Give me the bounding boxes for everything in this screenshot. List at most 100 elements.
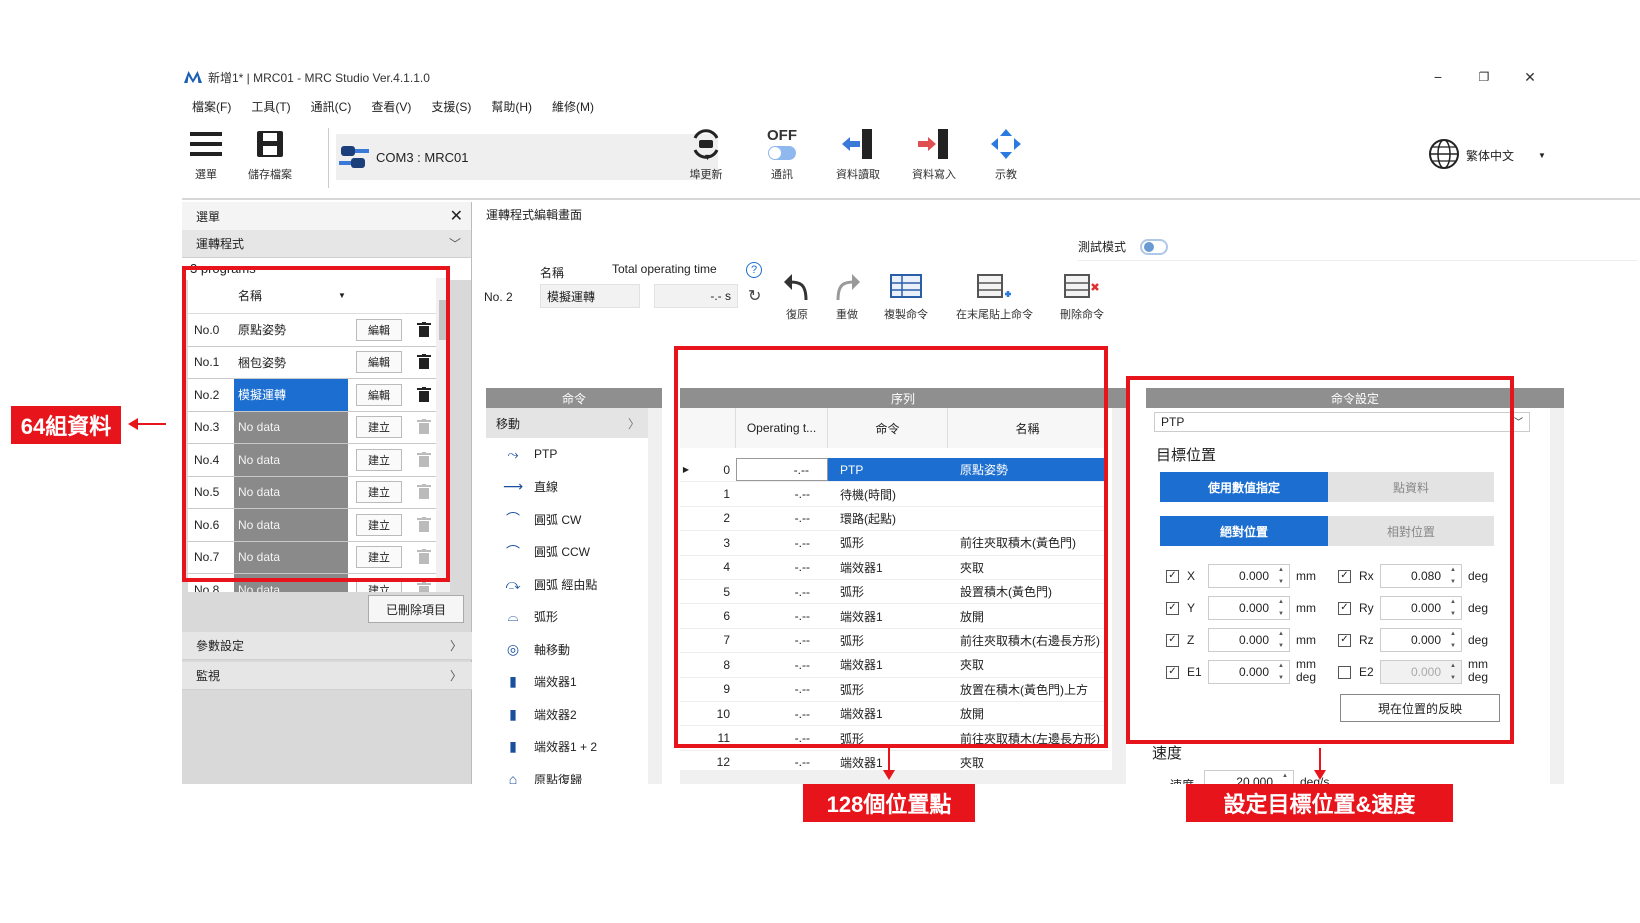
help-icon[interactable]: ? — [746, 262, 762, 278]
port-select[interactable]: COM3 : MRC01 ▼ — [336, 134, 718, 180]
speed-input[interactable]: 20.000 ▲▼ — [1204, 770, 1294, 784]
close-button[interactable]: ✕ — [1510, 62, 1550, 92]
category-move[interactable]: 移動 〉 — [486, 408, 662, 438]
menu-comm[interactable]: 通訊(C) — [301, 96, 362, 118]
four-arrows-icon — [988, 126, 1024, 162]
command-item[interactable]: ⟶ 直線 — [486, 471, 662, 504]
command-item[interactable]: ▮ 端效器1 — [486, 666, 662, 699]
highlight-sequence — [674, 346, 1108, 748]
menu-maintenance[interactable]: 維修(M) — [542, 96, 604, 118]
toolbar-separator — [328, 128, 329, 188]
write-arrow-icon — [916, 126, 952, 162]
command-palette-scrollbar[interactable] — [648, 408, 662, 784]
port-refresh-button[interactable]: 埠更新 — [688, 126, 724, 182]
command-item[interactable]: ⌓ 弧形 — [486, 601, 662, 634]
command-item-label: 直線 — [534, 480, 559, 495]
menu-toggle-button[interactable]: 選單 — [188, 126, 224, 182]
menu-help[interactable]: 幫助(H) — [481, 96, 542, 118]
command-item-icon: ▮ — [509, 673, 517, 690]
data-read-button[interactable]: 資料讀取 — [836, 126, 880, 182]
chevron-down-icon: ﹀ — [1513, 417, 1523, 427]
redo-label: 重做 — [836, 309, 858, 321]
delete-command-button[interactable]: 刪除命令 — [1060, 272, 1104, 322]
redo-button[interactable]: 重做 — [832, 272, 862, 322]
callout-64-records: 64組資料 — [11, 406, 121, 444]
caret-down-icon: ▼ — [1538, 151, 1546, 160]
append-command-label: 在末尾貼上命令 — [956, 309, 1033, 321]
category-move-label: 移動 — [496, 416, 521, 431]
callout-arrow-line — [138, 423, 166, 425]
name-label: 名稱 — [540, 266, 565, 280]
command-item[interactable]: ▮ 端效器1 + 2 — [486, 731, 662, 764]
deleted-items-button[interactable]: 已刪除項目 — [368, 595, 464, 623]
redo-icon — [832, 272, 862, 302]
copy-command-button[interactable]: 複製命令 — [884, 272, 928, 322]
commands-header: 命令 — [486, 388, 662, 408]
data-write-button[interactable]: 資料寫入 — [912, 126, 956, 182]
menu-view[interactable]: 查看(V) — [361, 96, 421, 118]
speed-label: 速度 — [1170, 776, 1194, 784]
data-write-label: 資料寫入 — [912, 169, 956, 181]
section-programs[interactable]: 運轉程式 ﹀ — [182, 230, 471, 258]
command-item-label: 圓弧 CW — [534, 512, 582, 527]
restore-button[interactable]: ❐ — [1464, 62, 1504, 92]
close-pane-icon[interactable]: ✕ — [450, 206, 463, 226]
undo-button[interactable]: 復原 — [782, 272, 812, 322]
command-item-label: 端效器1 + 2 — [534, 740, 598, 755]
command-item-icon: ⌒ — [506, 511, 520, 528]
save-button[interactable]: 儲存檔案 — [248, 126, 292, 182]
command-item-icon: ⌓ — [507, 608, 519, 625]
app-logo-icon — [184, 71, 202, 83]
total-time-label: Total operating time — [612, 262, 717, 276]
sequence-vscrollbar[interactable] — [1112, 408, 1126, 784]
teach-label: 示教 — [995, 169, 1017, 181]
toolbar-divider — [182, 198, 1640, 200]
speed-title: 速度 — [1152, 745, 1183, 762]
chevron-right-icon: 〉 — [449, 669, 462, 683]
command-item[interactable]: ▮ 端效器2 — [486, 698, 662, 731]
language-select[interactable]: 繁体中文 ▼ — [1428, 138, 1546, 173]
total-time-value: -.- s — [654, 284, 738, 308]
section-params-label: 參數設定 — [196, 639, 245, 653]
callout-arrow-line — [888, 748, 890, 772]
save-label: 儲存檔案 — [248, 169, 292, 181]
delete-command-label: 刪除命令 — [1060, 309, 1104, 321]
command-item[interactable]: ⌒ 圓弧 CW — [486, 503, 662, 536]
command-item[interactable]: ◎ 軸移動 — [486, 633, 662, 666]
section-programs-label: 運轉程式 — [196, 237, 245, 251]
menu-support[interactable]: 支援(S) — [421, 96, 481, 118]
command-item-label: 軸移動 — [534, 642, 571, 657]
menu-file[interactable]: 檔案(F) — [182, 96, 241, 118]
command-item[interactable]: ⌒ 圓弧 CCW — [486, 536, 662, 569]
table-delete-icon — [1064, 272, 1100, 302]
teach-button[interactable]: 示教 — [988, 126, 1024, 182]
spin-arrows-icon[interactable]: ▲▼ — [1279, 773, 1291, 784]
section-params[interactable]: 參數設定 〉 — [182, 632, 472, 660]
command-item[interactable]: ⌂ 原點復歸 — [486, 763, 662, 784]
program-no: No. 2 — [484, 290, 513, 304]
command-settings-scrollbar[interactable] — [1550, 408, 1564, 784]
left-pane-header: 選單 ✕ — [182, 202, 471, 230]
command-item[interactable]: ⤳ PTP — [486, 438, 662, 471]
command-item-label: 端效器1 — [534, 675, 577, 690]
section-monitor[interactable]: 監視 〉 — [182, 662, 472, 690]
minimize-button[interactable]: − — [1418, 62, 1458, 92]
append-command-button[interactable]: 在末尾貼上命令 — [956, 272, 1033, 322]
command-item[interactable]: ⤼ 圓弧 經由點 — [486, 568, 662, 601]
command-item-icon: ⌂ — [508, 771, 518, 784]
read-arrow-icon — [840, 126, 876, 162]
program-name-input[interactable]: 模擬運轉 — [540, 284, 640, 308]
callout-arrow-line — [1319, 748, 1321, 772]
menu-tools[interactable]: 工具(T) — [241, 96, 300, 118]
sequence-hscrollbar[interactable] — [680, 770, 1112, 784]
command-item-icon: ▮ — [509, 705, 517, 722]
table-append-icon — [976, 272, 1013, 302]
comm-toggle-button[interactable]: OFF 通訊 — [764, 126, 800, 182]
recalc-icon[interactable]: ↻ — [748, 286, 761, 306]
arrow-down-icon — [883, 770, 895, 780]
refresh-connector-icon — [688, 126, 724, 162]
command-item-icon: ⤳ — [507, 445, 519, 462]
test-mode-toggle[interactable] — [1140, 238, 1169, 255]
divider — [1078, 260, 1638, 261]
command-item-icon: ▮ — [509, 738, 517, 755]
